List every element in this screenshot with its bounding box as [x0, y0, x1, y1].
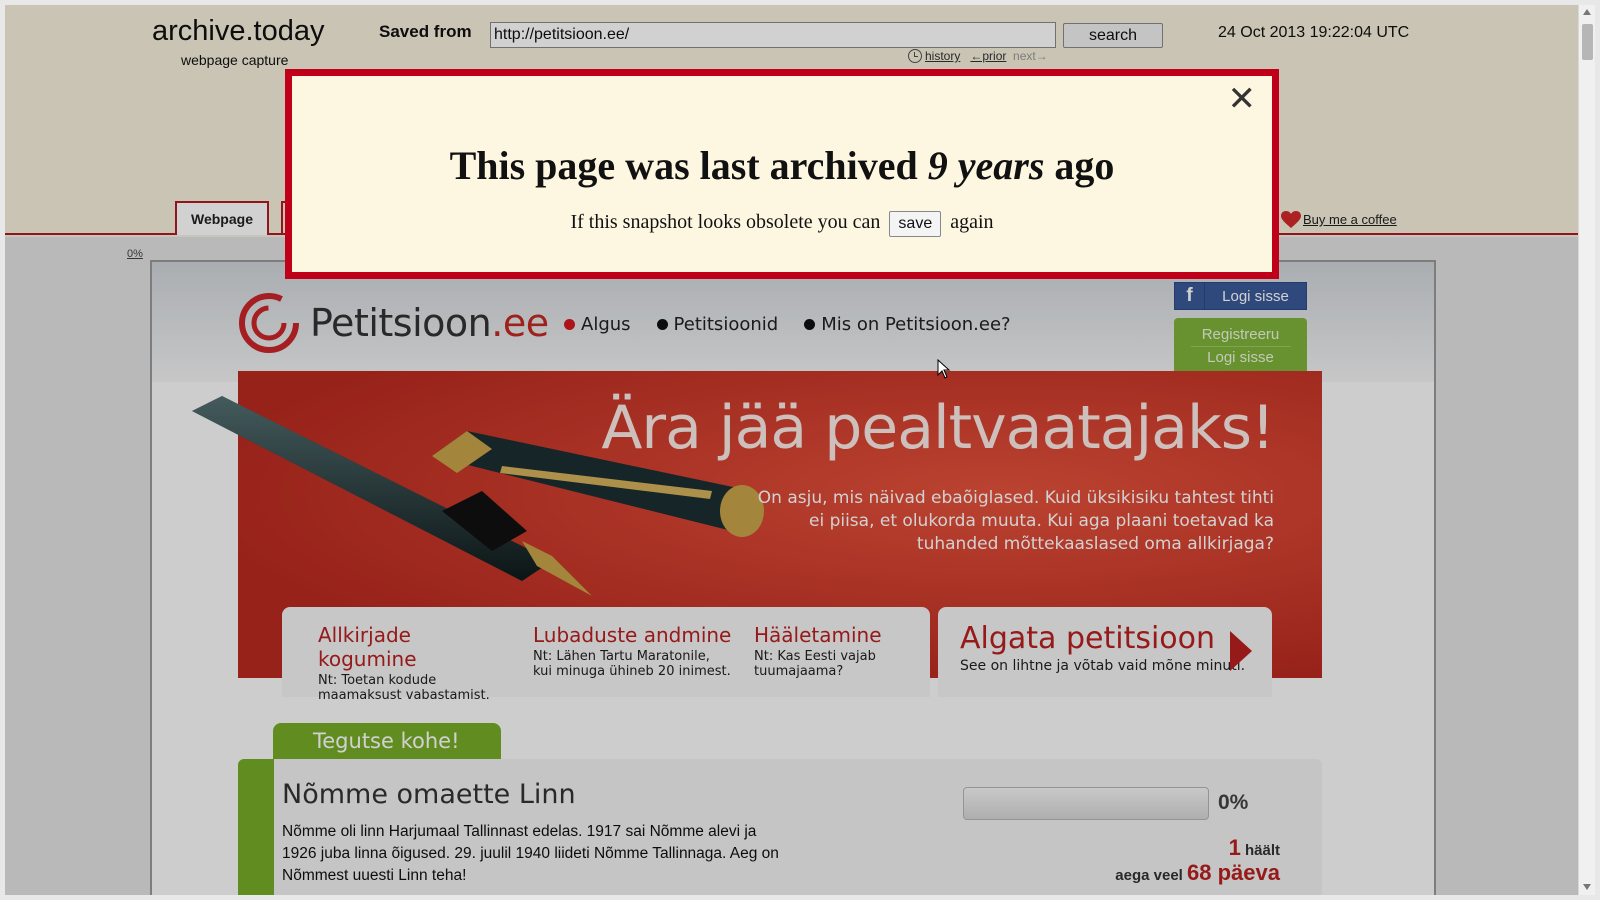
petition-description: Nõmme oli linn Harjumaal Tallinnast edel… [282, 823, 779, 884]
feature-desc: Nt: Lähen Tartu Maratonile, kui minuga ü… [533, 649, 731, 679]
nav-label: Petitsioonid [673, 314, 779, 335]
votes-count: 1 häält [1229, 835, 1280, 861]
scroll-down-icon[interactable] [1583, 884, 1591, 890]
petition-card[interactable]: Nõmme omaette Linn Nõmme oli linn Harjum… [238, 759, 1322, 895]
archive-logo[interactable]: archive.today [152, 15, 325, 48]
facebook-login-label: Logi sisse [1222, 287, 1289, 305]
days-prefix: aega veel [1115, 867, 1183, 884]
feature-item[interactable]: Allkirjade kogumine Nt: Toetan kodude ma… [282, 607, 507, 703]
save-button[interactable]: save [889, 211, 942, 237]
site-header: Petitsioon.ee Algus Petitsioonid Mis on … [152, 262, 1434, 382]
feature-desc: Nt: Toetan kodude maamaksust vabastamist… [318, 673, 490, 703]
snapshot-frame: Petitsioon.ee Algus Petitsioonid Mis on … [150, 260, 1436, 895]
archive-page: archive.today webpage capture Saved from… [5, 5, 1578, 895]
modal-title-suffix: ago [1054, 143, 1115, 188]
arrow-right-icon [1230, 631, 1252, 671]
modal-title: This page was last archived 9 years ago [292, 142, 1272, 189]
history-link[interactable]: history [925, 49, 960, 63]
hero-banner: Ära jää pealtvaatajaks! On asju, mis näi… [192, 371, 1322, 703]
feature-desc: Nt: Kas Eesti vajab tuumajaama? [754, 649, 876, 679]
feature-title: Lubaduste andmine [533, 623, 732, 647]
archive-logo-subtitle: webpage capture [181, 52, 289, 68]
auth-box: Registreeru Logi sisse [1174, 318, 1307, 374]
mouse-cursor-icon [937, 359, 951, 379]
days-remaining: aega veel 68 päeva [1115, 860, 1280, 886]
petitsioon-logo-icon [239, 293, 299, 353]
register-link[interactable]: Registreeru [1174, 324, 1307, 346]
feature-item[interactable]: Hääletamine Nt: Kas Eesti vajab tuumajaa… [732, 607, 922, 697]
capture-date: 24 Oct 2013 19:22:04 UTC [1218, 24, 1410, 41]
browser-viewport: archive.today webpage capture Saved from… [0, 0, 1600, 900]
modal-title-prefix: This page was last archived [449, 143, 918, 188]
feature-list: Allkirjade kogumine Nt: Toetan kodude ma… [282, 607, 930, 703]
bullet-icon [804, 319, 816, 330]
url-input[interactable] [490, 22, 1056, 48]
clock-icon [908, 49, 922, 63]
banner-text: On asju, mis näivad ebaõiglased. Kuid ük… [757, 488, 1274, 554]
petition-title[interactable]: Nõmme omaette Linn [282, 779, 576, 810]
feature-title: Hääletamine [754, 623, 882, 647]
votes-label: häält [1244, 842, 1280, 859]
modal-text-suffix: again [950, 211, 994, 233]
nav-label: Mis on Petitsioon.ee? [821, 314, 1011, 335]
bullet-icon [656, 319, 668, 330]
modal-text: If this snapshot looks obsolete you can … [292, 211, 1272, 237]
nav-label: Algus [581, 314, 631, 335]
heart-icon [1281, 211, 1301, 228]
archive-age-modal: ✕ This page was last archived 9 years ag… [285, 69, 1279, 279]
close-icon[interactable]: ✕ [1228, 82, 1257, 116]
modal-text-prefix: If this snapshot looks obsolete you can [570, 211, 881, 233]
scroll-percent[interactable]: 0% [127, 248, 143, 260]
site-nav: Algus Petitsioonid Mis on Petitsioon.ee? [564, 314, 1011, 335]
nav-item-petitsioonid[interactable]: Petitsioonid [656, 314, 779, 335]
feature-item[interactable]: Lubaduste andmine Nt: Lähen Tartu Marato… [507, 607, 732, 697]
nav-item-algus[interactable]: Algus [564, 314, 631, 335]
saved-from-label: Saved from [379, 22, 472, 41]
site-logo[interactable]: Petitsioon.ee [238, 292, 549, 354]
next-link: next→ [1013, 49, 1048, 63]
start-petition-title: Algata petitsioon [960, 621, 1216, 656]
nav-item-about[interactable]: Mis on Petitsioon.ee? [804, 314, 1011, 335]
modal-title-emphasis: 9 years [927, 143, 1045, 188]
card-stripe [238, 759, 274, 895]
archived-content: 0% Petitsioon.ee Algus Petitsioonid Mis … [5, 237, 1578, 895]
progress-label: 0% [1218, 791, 1249, 814]
history-nav: history ←prior next→ [908, 49, 1048, 63]
votes-number: 1 [1228, 835, 1241, 860]
act-now-tab: Tegutse kohe! [273, 723, 501, 761]
start-petition-button[interactable]: Algata petitsioon See on lihtne ja võtab… [938, 607, 1272, 697]
bullet-icon [564, 319, 575, 330]
logo-ext: .ee [491, 301, 549, 345]
login-link[interactable]: Logi sisse [1174, 347, 1307, 369]
search-button[interactable]: search [1063, 23, 1163, 48]
banner-title: Ära jää pealtvaatajaks! [601, 393, 1275, 463]
feature-title: Allkirjade kogumine [318, 623, 417, 671]
buy-coffee-link[interactable]: Buy me a coffee [1303, 212, 1397, 227]
facebook-login-button[interactable]: f Logi sisse [1174, 282, 1307, 310]
days-value: 68 päeva [1187, 860, 1280, 885]
vertical-scrollbar[interactable] [1578, 5, 1595, 895]
tab-webpage[interactable]: Webpage [175, 201, 269, 235]
progress-bar [963, 787, 1209, 820]
prior-link[interactable]: ←prior [970, 49, 1006, 63]
scroll-thumb[interactable] [1582, 24, 1593, 60]
facebook-icon: f [1175, 283, 1205, 309]
scroll-up-icon[interactable] [1583, 9, 1591, 15]
start-petition-desc: See on lihtne ja võtab vaid mõne minuti. [960, 658, 1246, 674]
site-logo-text: Petitsioon.ee [310, 301, 549, 345]
logo-main: Petitsioon [310, 301, 492, 345]
